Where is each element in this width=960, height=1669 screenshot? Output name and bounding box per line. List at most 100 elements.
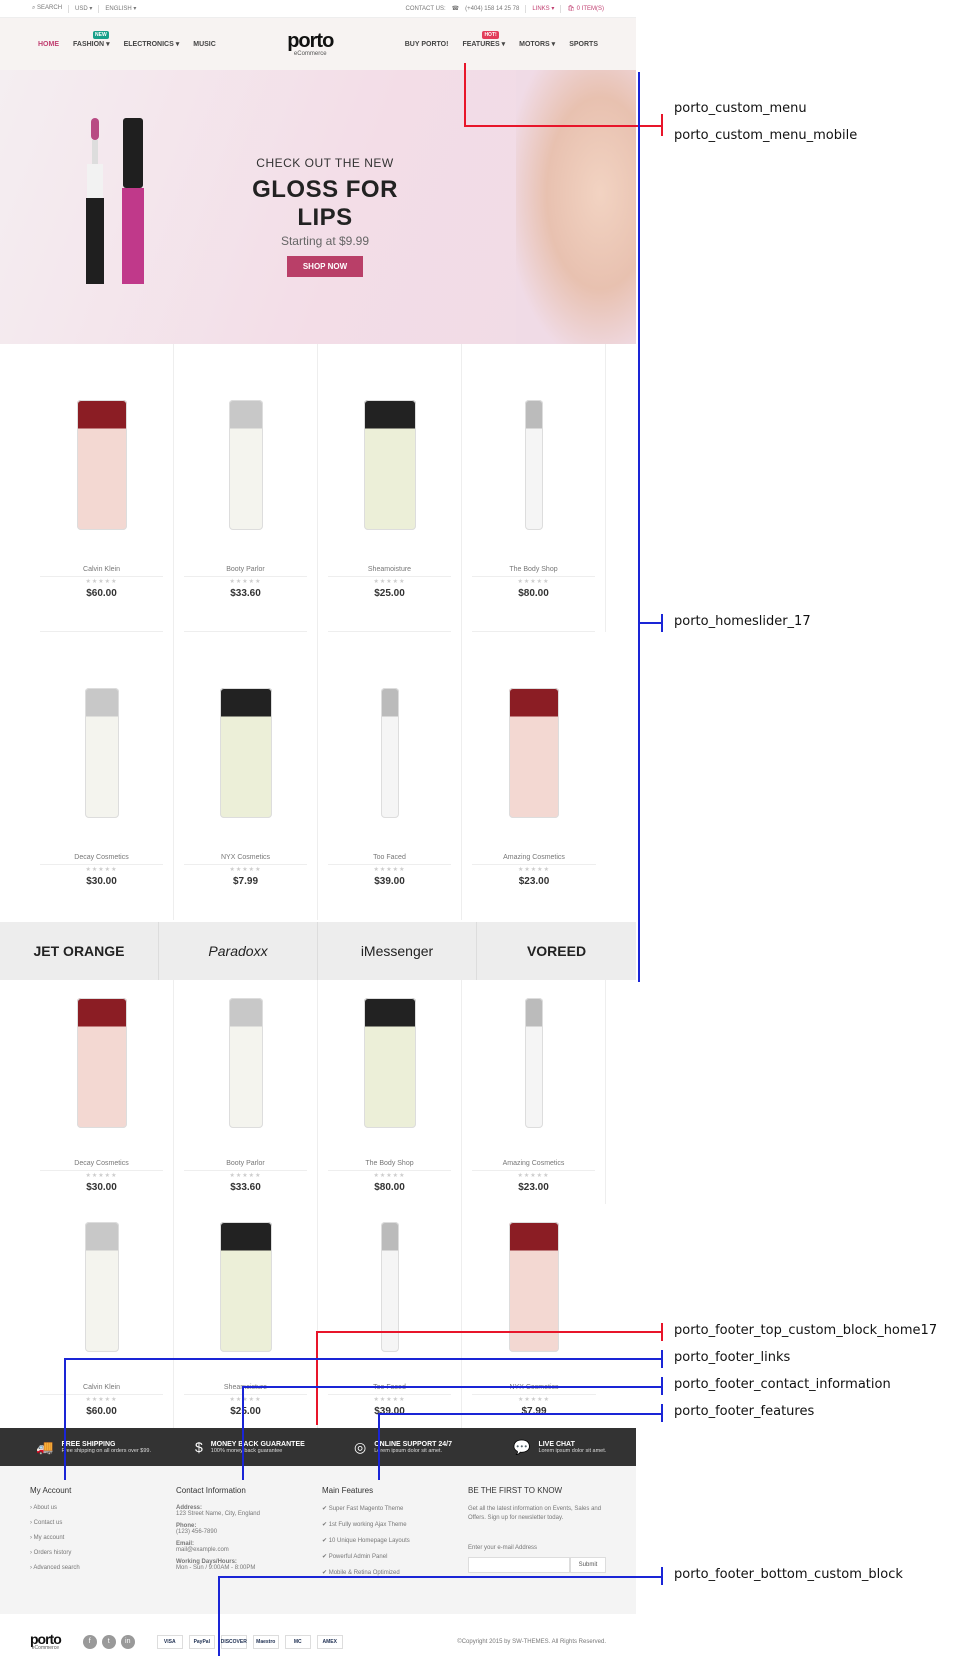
brand-logo[interactable]: JET ORANGE (0, 922, 159, 980)
nav-electronics[interactable]: ELECTRONICS ▾ (124, 40, 180, 48)
product-brand[interactable]: Booty Parlor (174, 566, 317, 573)
footer-logo[interactable]: porto eCommerce (30, 1632, 62, 1651)
nav-music[interactable]: MUSIC (193, 41, 216, 48)
product-brand[interactable]: Booty Parlor (174, 1160, 317, 1167)
annotation-line (661, 1350, 663, 1368)
cart-link[interactable]: 🛍 0 ITEM(S) (567, 5, 604, 12)
product-card[interactable]: The Body Shop ★★★★★ $80.00 (462, 344, 606, 632)
rating-stars: ★★★★★ (517, 1173, 550, 1179)
divider (472, 1394, 596, 1395)
footer-links-title: My Account (30, 1486, 72, 1495)
product-card[interactable]: Too Faced★★★★★$39.00 (318, 632, 462, 920)
product-card[interactable]: Sheamoisture★★★★★$25.00 (318, 344, 462, 632)
product-image[interactable] (84, 1222, 119, 1352)
product-brand[interactable]: Decay Cosmetics (30, 1160, 173, 1167)
currency-select[interactable]: USD ▾ (75, 5, 92, 12)
product-image[interactable] (219, 1222, 272, 1352)
footer-link[interactable]: › My account (30, 1535, 168, 1541)
annotation-line (638, 622, 662, 624)
product-image[interactable] (76, 400, 127, 530)
contact-email[interactable]: Email: mail@example.com (176, 1541, 314, 1553)
product-card[interactable]: Too Faced★★★★★$39.00 (318, 1204, 462, 1428)
annotation-line (218, 1576, 662, 1578)
nav-features[interactable]: FEATURES ▾ HOT! (462, 31, 505, 48)
annotation-label: porto_custom_menu (674, 101, 807, 116)
product-card[interactable]: The Body Shop ★★★★★ $80.00 (318, 980, 462, 1204)
footer-features-bar: 🚚 FREE SHIPPING Free shipping on all order… (0, 1428, 636, 1466)
product-brand[interactable]: The Body Shop (318, 1160, 461, 1167)
product-image[interactable] (363, 400, 416, 530)
contact-address: Address: 123 Street Name, City, England (176, 1505, 260, 1517)
product-card[interactable]: Booty Parlor ★★★★★ $33.60 (174, 980, 318, 1204)
feature-list-item: ✔ Mobile & Retina Optimized (322, 1570, 400, 1576)
product-brand[interactable]: Calvin Klein (30, 1384, 173, 1391)
product-image[interactable] (524, 400, 543, 530)
shop-now-button[interactable]: SHOP NOW (286, 256, 364, 277)
product-card[interactable]: Decay Cosmetics ★★★★★ $30.00 (30, 632, 174, 920)
language-select[interactable]: ENGLISH ▾ (105, 5, 136, 12)
divider (472, 1170, 595, 1171)
rating-stars: ★★★★★ (229, 1397, 262, 1403)
product-brand[interactable]: Amazing Cosmetics (462, 1160, 605, 1167)
brand-logo[interactable]: Paradoxx (159, 922, 318, 980)
product-image[interactable] (524, 998, 543, 1128)
product-brand[interactable]: Sheamoisture (318, 566, 461, 573)
product-card[interactable]: Amazing Cosmetics ★★★★★ $23.00 (462, 980, 606, 1204)
product-card[interactable]: Booty Parlor ★★★★★ $33.60 (174, 344, 318, 632)
nav-motors[interactable]: MOTORS ▾ (519, 40, 555, 48)
search-link[interactable]: ⌕ SEARCH (32, 5, 62, 12)
nav-fashion[interactable]: FASHION ▾ NEW (73, 31, 110, 48)
product-brand[interactable]: Decay Cosmetics (30, 854, 173, 861)
nav-sports[interactable]: SPORTS (569, 41, 598, 48)
product-image[interactable] (219, 688, 272, 818)
logo[interactable]: porto eCommerce (287, 31, 334, 57)
product-price: $39.00 (374, 876, 405, 887)
slide-pretitle: CHECK OUT THE NEW (256, 156, 394, 170)
product-brand[interactable]: NYX Cosmetics (174, 854, 317, 861)
rating-stars: ★★★★★ (229, 579, 262, 585)
payment-icons: VISA PayPal DISCOVER Maestro MC AMEX (156, 1634, 343, 1649)
newsletter-submit-button[interactable]: Submit (570, 1557, 606, 1573)
product-grid-bottom: Decay Cosmetics ★★★★★ $30.00 Booty Parlor ★★… (30, 980, 606, 1428)
product-image[interactable] (228, 998, 263, 1128)
product-card[interactable]: Decay Cosmetics ★★★★★ $30.00 (30, 980, 174, 1204)
product-brand[interactable]: Too Faced (318, 854, 461, 861)
links-dropdown[interactable]: LINKS ▾ (532, 5, 554, 12)
product-image[interactable] (228, 400, 263, 530)
product-card[interactable]: Amazing Cosmetics ★★★★★ $23.00 (462, 632, 606, 920)
product-image[interactable] (380, 688, 399, 818)
footer-links-column: My Account › About us › Contact us › My … (30, 1486, 168, 1594)
feature-live-chat: 💬 LIVE CHAT Lorem ipsum dolor sit amet. (513, 1438, 607, 1455)
twitter-icon[interactable]: t (101, 1634, 116, 1649)
product-card[interactable]: Sheamoisture★★★★★$25.00 (174, 1204, 318, 1428)
annotation-label: porto_footer_bottom_custom_block (674, 1567, 903, 1582)
annotation-line (64, 1358, 662, 1360)
nav-buy-porto[interactable]: BUY PORTO! (405, 41, 449, 48)
brand-logo[interactable]: iMessenger (318, 922, 477, 980)
new-badge: NEW (93, 31, 109, 39)
footer-link[interactable]: › Orders history (30, 1550, 168, 1556)
product-card[interactable]: Calvin Klein ★★★★★ $60.00 (30, 344, 174, 632)
product-image[interactable] (509, 688, 559, 818)
footer-link[interactable]: › Contact us (30, 1520, 168, 1526)
product-card[interactable]: NYX Cosmetics★★★★★$7.99 (462, 1204, 606, 1428)
linkedin-icon[interactable]: in (120, 1634, 135, 1649)
divider (40, 1394, 163, 1395)
annotation-line (661, 614, 663, 632)
nav-home[interactable]: HOME (38, 41, 59, 48)
footer-main-features-title: Main Features (322, 1486, 374, 1495)
product-brand[interactable]: Calvin Klein (30, 566, 173, 573)
brand-logo[interactable]: VOREED (477, 922, 636, 980)
product-brand[interactable]: Amazing Cosmetics (462, 854, 606, 861)
footer-link[interactable]: › Advanced search (30, 1565, 168, 1571)
facebook-icon[interactable]: f (82, 1634, 97, 1649)
product-image[interactable] (84, 688, 119, 818)
product-image[interactable] (76, 998, 127, 1128)
product-image[interactable] (363, 998, 416, 1128)
newsletter-email-input[interactable] (468, 1557, 570, 1573)
product-card[interactable]: Calvin Klein ★★★★★ $60.00 (30, 1204, 174, 1428)
footer-link[interactable]: › About us (30, 1505, 168, 1511)
product-card[interactable]: NYX Cosmetics★★★★★$7.99 (174, 632, 318, 920)
product-price: $7.99 (521, 1406, 547, 1417)
product-brand[interactable]: The Body Shop (462, 566, 605, 573)
